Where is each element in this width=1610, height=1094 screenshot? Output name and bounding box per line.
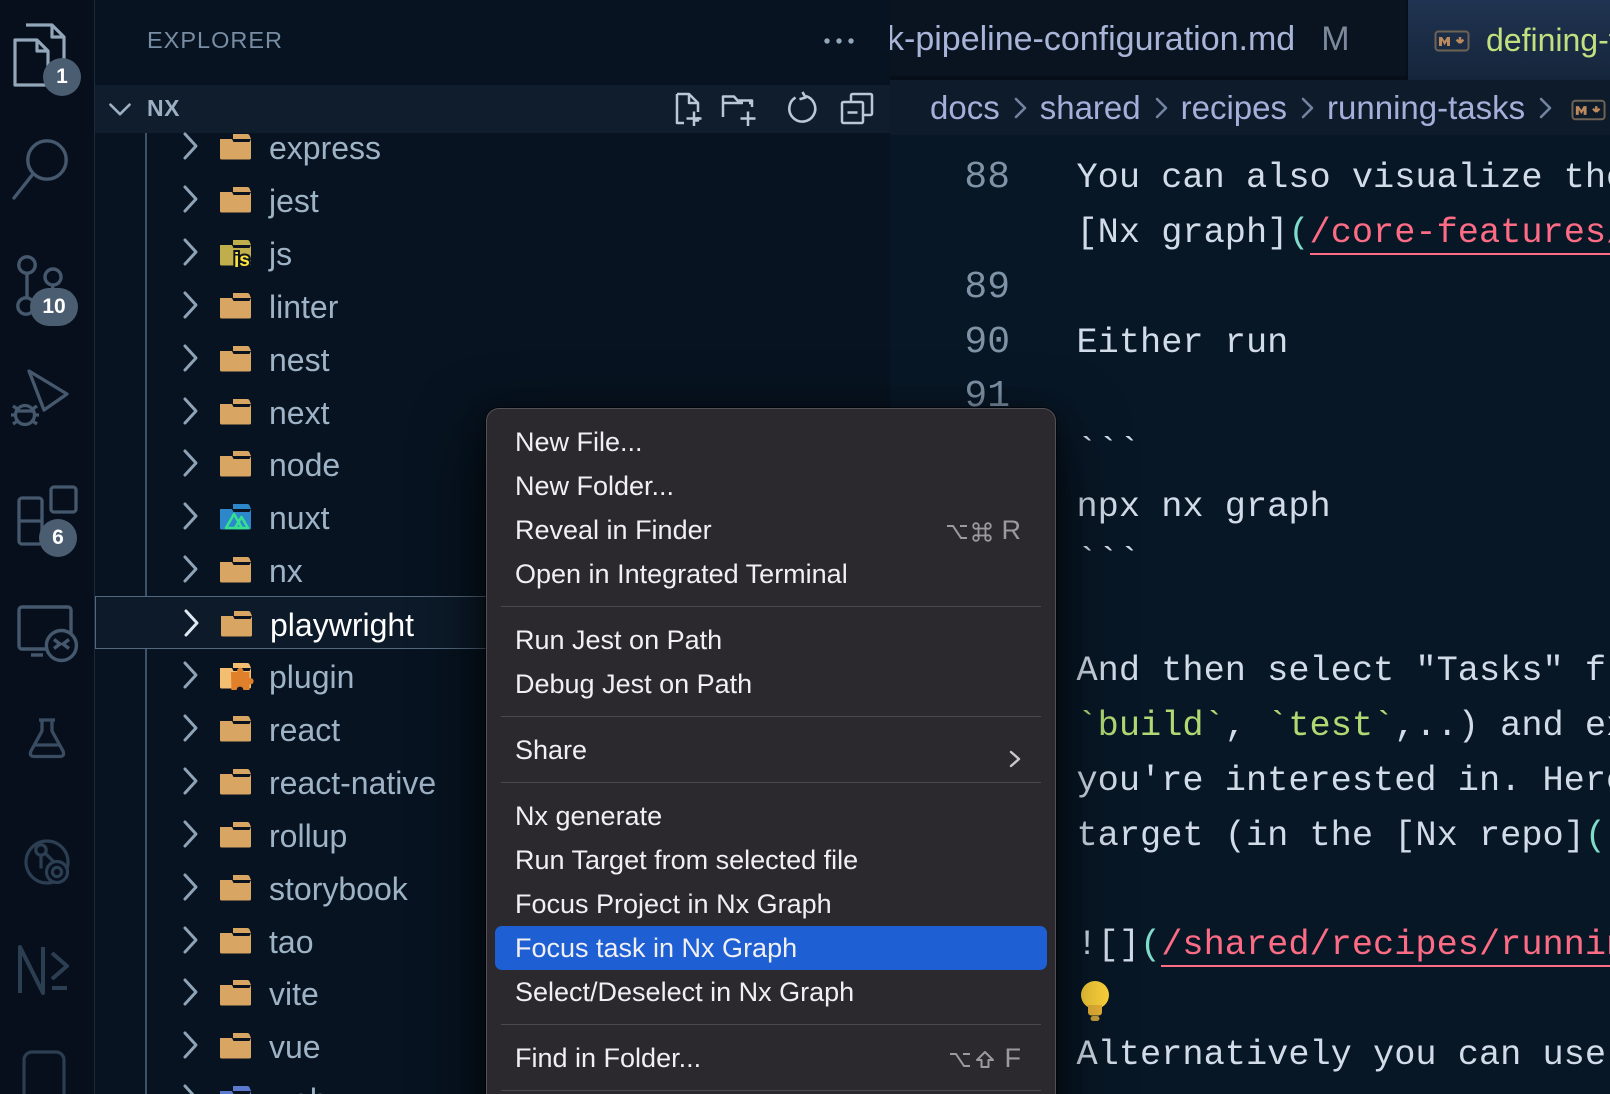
svg-text:js: js [233, 250, 250, 267]
